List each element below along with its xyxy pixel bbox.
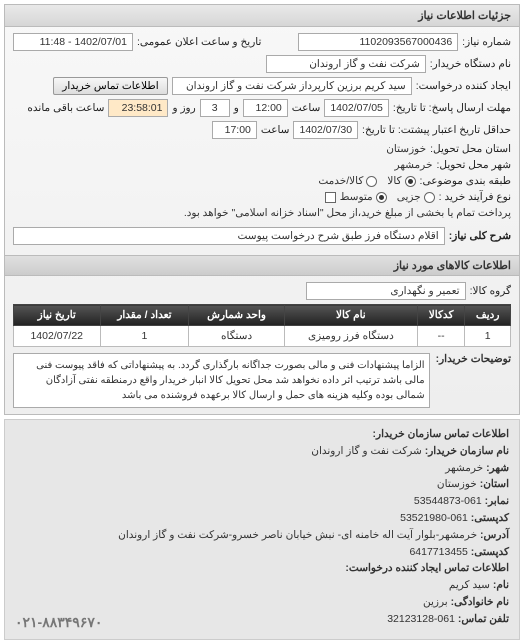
th-4: تعداد / مقدار [100,305,189,326]
city-value: خرمشهر [395,159,433,171]
process-radio-group: جزیی متوسط [340,191,435,203]
process-opt-1[interactable]: متوسط [340,191,387,203]
budget-opt-1-label: کالا/خدمت [318,175,363,187]
group-label: گروه کالا: [470,285,511,297]
contact-org: شرکت نفت و گاز اروندان [311,445,422,457]
budget-radio-group: کالا کالا/خدمت [318,175,415,187]
days-label: روز و [172,102,195,114]
th-1: کدکالا [417,305,464,326]
details-panel: جزئیات اطلاعات نیاز شماره نیاز: 11020935… [4,4,520,415]
creator-contact-title: اطلاعات تماس ایجاد کننده درخواست: [345,562,509,574]
province-label: استان محل تحویل: [430,143,511,155]
province-value: خوزستان [386,143,426,155]
org-value: شرکت نفت و گاز اروندان [266,55,426,73]
req-no-value: 1102093567000436 [298,33,458,51]
buyer-desc-label: توضیحات خریدار: [436,353,511,365]
city-label: شهر محل تحویل: [436,159,511,171]
contact-address-label: آدرس: [480,529,509,541]
contact-fax-label: نمابر: [485,495,509,507]
contact-name: سید کریم [449,579,490,591]
radio-icon [424,192,435,203]
announce-value: 1402/07/01 - 11:48 [13,33,133,51]
cell: دستگاه فرز رومیزی [284,326,417,347]
contact-name-label: نام: [493,579,509,591]
th-0: ردیف [465,305,511,326]
budget-label: طبقه بندی موضوعی: [420,175,511,187]
budget-opt-1[interactable]: کالا/خدمت [318,175,377,187]
remaining-label: ساعت باقی مانده [27,102,104,114]
contact-family: برزین [423,596,448,608]
cell: 1 [100,326,189,347]
process-label: نوع فرآیند خرید : [439,191,511,203]
table-row[interactable]: 1 -- دستگاه فرز رومیزی دستگاه 1 1402/07/… [14,326,511,347]
th-3: واحد شمارش [189,305,284,326]
contact-family-label: نام خانوادگی: [451,596,509,608]
buyer-contact-button[interactable]: اطلاعات تماس خریدار [53,77,167,95]
contact-fax: 061-53544873 [414,495,482,507]
contact-postal: 061-53521980 [400,512,468,524]
valid-until-label: حداقل تاریخ اعتبار پیشتت: تا تاریخ: [362,124,511,136]
cell: -- [417,326,464,347]
th-5: تاریخ نیاز [14,305,101,326]
summary-label: شرح کلی نیاز: [449,230,511,242]
panel-body: شماره نیاز: 1102093567000436 تاریخ و ساع… [5,27,519,255]
contact-phone: 061-32123128 [387,613,455,625]
summary-value: اقلام دستگاه فرز طبق شرح درخواست پیوست [13,227,445,245]
contact-province-label: استان: [480,478,509,490]
contact-address: خرمشهر-بلوار آیت اله خامنه ای- نبش خیابا… [118,529,477,541]
process-opt-0-label: جزیی [397,191,421,203]
creator-value: سید کریم برزین کارپرداز شرکت نفت و گاز ا… [172,77,412,95]
resp-until-label: مهلت ارسال پاسخ: تا تاریخ: [393,102,511,114]
remaining-time: 23:58:01 [108,99,168,117]
treasury-checkbox[interactable] [325,192,336,203]
contact-org-label: نام سازمان خریدار: [425,445,509,457]
radio-icon [366,176,377,187]
valid-time-label: ساعت [261,124,290,136]
radio-icon [405,176,416,187]
panel-title: جزئیات اطلاعات نیاز [5,5,519,27]
resp-date: 1402/07/05 [324,99,389,117]
contact-city-label: شهر: [486,462,509,474]
th-2: نام کالا [284,305,417,326]
treasury-note: پرداخت تمام یا بخشی از مبلغ خرید،از محل … [184,207,511,219]
days-value: 3 [200,99,230,117]
valid-date: 1402/07/30 [293,121,358,139]
resp-time-label: ساعت [292,102,321,114]
creator-label: ایجاد کننده درخواست: [416,80,511,92]
valid-time: 17:00 [212,121,257,139]
process-opt-0[interactable]: جزیی [397,191,435,203]
contact-post2: 6417713455 [409,546,467,558]
cell: 1 [465,326,511,347]
items-table: ردیف کدکالا نام کالا واحد شمارش تعداد / … [13,304,511,347]
group-value: تعمیر و نگهداری [306,282,466,300]
contact-city: خرمشهر [445,462,483,474]
contact-post2-label: کدپستی: [471,546,509,558]
org-label: نام دستگاه خریدار: [430,58,511,70]
budget-opt-0[interactable]: کالا [387,175,415,187]
req-no-label: شماره نیاز: [462,36,511,48]
days-and: و [234,102,239,114]
contact-postal-label: کدپستی: [471,512,509,524]
radio-icon [376,192,387,203]
contact-phone-label: تلفن تماس: [458,613,509,625]
budget-opt-0-label: کالا [387,175,401,187]
cell: دستگاه [189,326,284,347]
cell: 1402/07/22 [14,326,101,347]
contact-block: اطلاعات تماس سازمان خریدار: نام سازمان خ… [4,419,520,640]
process-opt-1-label: متوسط [340,191,373,203]
footer-phone: ۰۲۱-۸۸۳۴۹۶۷۰ [15,611,102,633]
resp-time: 12:00 [243,99,288,117]
contact-title: اطلاعات تماس سازمان خریدار: [373,428,509,440]
buyer-desc-text: الزاما پیشنهادات فنی و مالی بصورت جداگان… [13,353,430,408]
goods-header: اطلاعات کالاهای مورد نیاز [5,255,519,276]
contact-province: خوزستان [437,478,477,490]
announce-label: تاریخ و ساعت اعلان عمومی: [137,36,261,48]
